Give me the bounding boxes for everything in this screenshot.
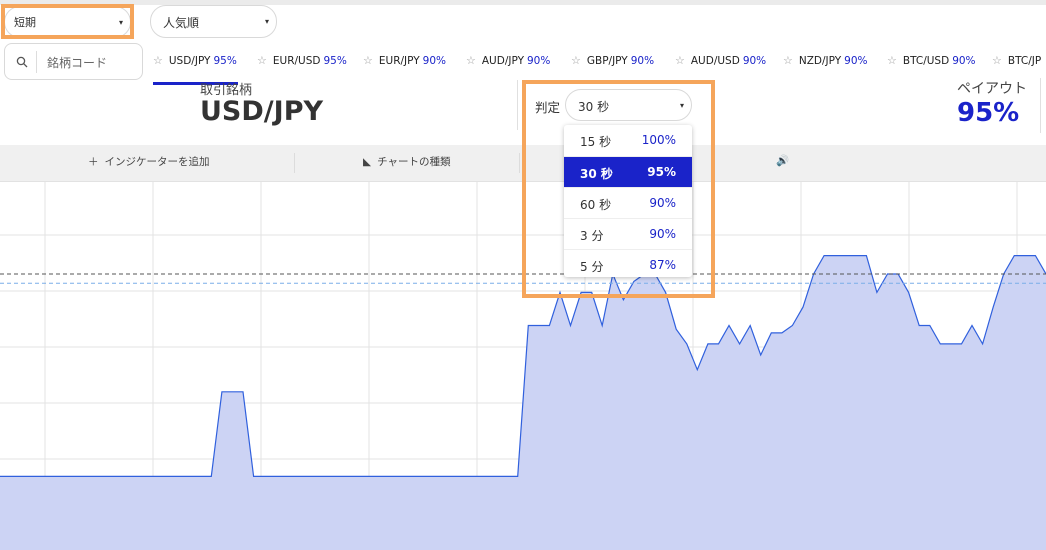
judgement-dropdown: 15 秒 100% 30 秒 95% 60 秒 90% 3 分 90% 5 分 … — [564, 125, 692, 277]
symbol-payout: 90% — [742, 55, 767, 67]
symbol-tab-nzdjpy[interactable]: ☆ NZD/JPY 90% — [783, 54, 868, 67]
symbol-pair: GBP/JPY — [586, 55, 628, 67]
option-payout: 95% — [647, 165, 676, 179]
symbol-pair: USD/JPY — [168, 55, 211, 67]
symbol-tab-btcjpy[interactable]: ☆ BTC/JP — [992, 54, 1044, 67]
header-divider — [1040, 78, 1041, 133]
star-icon[interactable]: ☆ — [992, 54, 1002, 67]
option-payout: 90% — [649, 196, 676, 210]
symbol-payout: 90% — [526, 55, 551, 67]
symbol-payout: 90% — [422, 55, 446, 67]
symbol-payout: 90% — [630, 55, 655, 67]
symbol-tab-eurusd[interactable]: ☆ EUR/USD 95% — [257, 54, 347, 67]
area-chart-icon: ◣ — [363, 156, 372, 168]
payout-value: 95% — [957, 98, 1020, 128]
option-time: 30 秒 — [580, 167, 613, 181]
star-icon[interactable]: ☆ — [887, 54, 897, 67]
star-icon[interactable]: ☆ — [257, 54, 267, 67]
option-time: 5 分 — [580, 260, 604, 274]
star-icon[interactable]: ☆ — [363, 54, 373, 67]
judgement-option-5m[interactable]: 5 分 87% — [564, 249, 692, 280]
chart-type-label: チャートの種類 — [377, 156, 451, 168]
option-payout: 90% — [649, 227, 676, 241]
symbol-pair: BTC/USD — [902, 55, 950, 67]
symbol-tab-audusd[interactable]: ☆ AUD/USD 90% — [675, 54, 766, 67]
toolbar-divider — [294, 153, 295, 173]
symbol-payout: 90% — [844, 55, 868, 67]
search-input[interactable]: 銘柄コード — [47, 54, 107, 71]
term-select[interactable]: 短期 ▾ — [4, 6, 131, 38]
symbol-pair: EUR/USD — [272, 55, 321, 67]
term-select-value: 短期 — [14, 16, 36, 29]
toolbar-divider — [519, 153, 520, 173]
symbol-payout: 90% — [952, 55, 976, 67]
add-indicator-label: インジケーターを追加 — [104, 156, 210, 168]
sort-select[interactable]: 人気順 ▾ — [150, 5, 277, 38]
symbol-pair: AUD/JPY — [481, 55, 524, 67]
search-icon — [16, 56, 28, 68]
sound-button[interactable]: 🔊 — [776, 154, 789, 167]
symbol-pair: AUD/USD — [690, 55, 740, 67]
chevron-down-icon: ▾ — [264, 17, 269, 26]
symbol-tab-btcusd[interactable]: ☆ BTC/USD 90% — [887, 54, 976, 67]
top-border — [0, 0, 1046, 5]
judgement-option-30s[interactable]: 30 秒 95% — [564, 156, 692, 187]
price-chart — [0, 182, 1046, 550]
symbol-pair: BTC/JP — [1007, 55, 1042, 67]
symbol-tab-usdjpy[interactable]: ☆ USD/JPY 95% — [153, 54, 237, 67]
search-divider — [36, 51, 37, 73]
star-icon[interactable]: ☆ — [466, 54, 476, 67]
symbol-payout: 95% — [323, 55, 347, 67]
judgement-option-3m[interactable]: 3 分 90% — [564, 218, 692, 249]
symbol-payout: 95% — [213, 55, 237, 67]
sort-select-value: 人気順 — [163, 16, 200, 30]
judgement-option-15s[interactable]: 15 秒 100% — [564, 125, 692, 156]
star-icon[interactable]: ☆ — [675, 54, 685, 67]
judgement-select-value: 30 秒 — [578, 100, 610, 114]
option-time: 3 分 — [580, 229, 604, 243]
judgement-select[interactable]: 30 秒 ▾ — [565, 89, 692, 121]
trade-symbol-value: USD/JPY — [200, 96, 324, 127]
chevron-down-icon: ▾ — [679, 101, 684, 110]
symbol-pair: NZD/JPY — [798, 55, 842, 67]
chart-type-button[interactable]: ◣ チャートの種類 — [363, 154, 450, 169]
judgement-label: 判定 — [535, 100, 561, 115]
star-icon[interactable]: ☆ — [153, 54, 163, 67]
symbol-pair: EUR/JPY — [378, 55, 420, 67]
judgement-option-60s[interactable]: 60 秒 90% — [564, 187, 692, 218]
star-icon[interactable]: ☆ — [783, 54, 793, 67]
plus-icon: ＋ — [88, 156, 99, 168]
option-payout: 100% — [641, 133, 676, 147]
chart-toolbar: ＋ インジケーターを追加 ◣ チャートの種類 🔊 — [0, 145, 1046, 182]
star-icon[interactable]: ☆ — [571, 54, 581, 67]
header-divider — [517, 80, 518, 130]
symbol-tab-audjpy[interactable]: ☆ AUD/JPY 90% — [466, 54, 550, 67]
option-payout: 87% — [649, 258, 676, 272]
option-time: 60 秒 — [580, 198, 612, 212]
symbol-tab-eurjpy[interactable]: ☆ EUR/JPY 90% — [363, 54, 446, 67]
symbol-tab-gbpjpy[interactable]: ☆ GBP/JPY 90% — [571, 54, 654, 67]
speaker-icon: 🔊 — [776, 155, 790, 167]
add-indicator-button[interactable]: ＋ インジケーターを追加 — [88, 154, 210, 169]
option-time: 15 秒 — [580, 135, 612, 149]
chevron-down-icon: ▾ — [118, 18, 123, 27]
payout-label: ペイアウト — [957, 81, 1027, 97]
symbol-search[interactable]: 銘柄コード — [4, 43, 143, 80]
